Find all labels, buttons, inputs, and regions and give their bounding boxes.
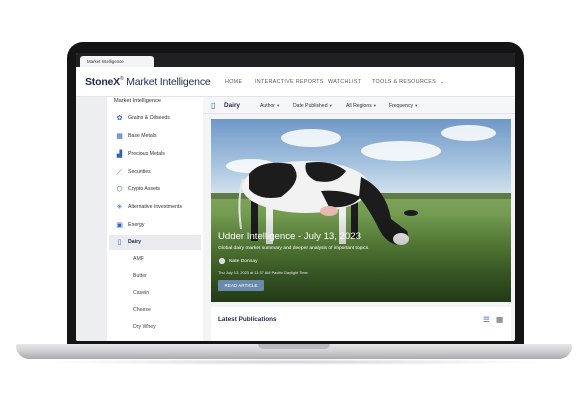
sidebar-item-label: Energy	[128, 222, 145, 228]
sidebar-title: Market Intelligence	[114, 98, 161, 104]
sidebar-subitem-butter[interactable]: Butter	[133, 273, 147, 279]
page-title: Dairy	[224, 102, 240, 109]
sidebar-item-label: Grains & Oilseeds	[128, 115, 170, 121]
filter-label: All Regions	[346, 103, 372, 109]
nav-tools-resources[interactable]: TOOLS & RESOURCES ⌄	[372, 79, 445, 85]
laptop-shadow	[40, 359, 548, 365]
author-avatar-icon	[219, 258, 225, 264]
wheat-icon: ✿	[116, 115, 123, 122]
hero-subtitle: Global dairy market summary and deeper a…	[218, 246, 369, 251]
laptop-screen: Market Intelligence StoneX® Market Intel…	[76, 53, 515, 341]
gold-bars-icon: ▟	[116, 151, 123, 158]
latest-publications-title: Latest Publications	[218, 316, 277, 323]
chevron-down-icon: ▾	[415, 103, 418, 108]
sidebar-item-label: Securities	[128, 169, 151, 175]
read-article-button[interactable]: READ ARTICLE	[218, 280, 264, 291]
sidebar-item-label: Dairy	[128, 239, 141, 245]
filter-date-published[interactable]: Date Published ▾	[293, 103, 332, 109]
stonex-logo[interactable]: StoneX® Market Intelligence	[85, 76, 211, 88]
latest-publications: Latest Publications ☰ ▦	[211, 307, 511, 341]
sidebar-item-dairy[interactable]: ▯ Dairy	[109, 235, 201, 250]
hero-date: Thu July 13, 2023 at 11:37 AM Pacific Da…	[218, 270, 308, 275]
chevron-down-icon: ▾	[277, 103, 280, 108]
hero-author[interactable]: Nate Donnay	[229, 259, 258, 264]
sidebar-item-label: Precious Metals	[128, 151, 165, 157]
network-icon: ✳	[116, 204, 123, 211]
browser-tab-strip: Market Intelligence	[76, 53, 515, 67]
milk-bottle-icon: ▯	[117, 239, 122, 246]
metal-bars-icon: ▦	[116, 133, 123, 140]
logo-mark: ®	[119, 76, 124, 82]
crypto-icon: ⬡	[116, 186, 123, 193]
nav-tools-resources-label: TOOLS & RESOURCES	[372, 79, 437, 85]
sidebar-subitem-cheese[interactable]: Cheese	[133, 307, 151, 313]
sidebar-item-alternative-investments[interactable]: ✳ Alternative Investments	[109, 200, 201, 215]
chevron-down-icon: ▾	[373, 103, 377, 108]
sidebar-item-crypto-assets[interactable]: ⬡ Crypto Assets	[109, 182, 201, 197]
sidebar-item-label: Crypto Assets	[128, 186, 161, 192]
milk-bottle-icon: ▯	[211, 101, 216, 110]
filter-bar: ▯ Dairy Author ▾ Date Published ▾ All Regi…	[203, 97, 515, 114]
list-view-icon[interactable]: ☰	[483, 316, 490, 324]
sidebar-item-energy[interactable]: ▣ Energy	[109, 218, 201, 233]
sidebar-item-precious-metals[interactable]: ▟ Precious Metals	[109, 147, 201, 162]
sidebar-subitem-dry-whey[interactable]: Dry Whey	[133, 324, 156, 330]
filter-frequency[interactable]: Frequency ▾	[389, 103, 417, 109]
sidebar-item-securities[interactable]: ⟋ Securities	[109, 165, 201, 180]
featured-article-hero[interactable]: Udder Intelligence - July 13, 2023 Globa…	[211, 119, 511, 302]
logo-brand: StoneX	[85, 76, 120, 88]
sidebar-item-label: Base Metals	[128, 133, 157, 139]
chevron-down-icon: ⌄	[440, 79, 445, 85]
filter-all-regions[interactable]: All Regions ▾	[346, 103, 376, 109]
top-navigation: StoneX® Market Intelligence HOME INTERAC…	[76, 67, 515, 97]
laptop-notch	[258, 344, 330, 349]
nav-home[interactable]: HOME	[225, 79, 242, 85]
sidebar-item-label: Alternative Investments	[128, 204, 182, 210]
browser-tab[interactable]: Market Intelligence	[80, 56, 154, 67]
filter-label: Date Published	[293, 103, 328, 109]
energy-icon: ▣	[116, 222, 123, 229]
hero-title[interactable]: Udder Intelligence - July 13, 2023	[218, 231, 361, 242]
chevron-down-icon: ▾	[329, 103, 332, 108]
logo-suffix: Market Intelligence	[126, 76, 211, 88]
nav-interactive-reports[interactable]: INTERACTIVE REPORTS	[255, 79, 324, 85]
sidebar-subitem-amf[interactable]: AMF	[133, 256, 144, 262]
nav-watchlist[interactable]: WATCHLIST	[328, 79, 361, 85]
sidebar-subitem-casein[interactable]: Casein	[133, 290, 149, 296]
sidebar-item-base-metals[interactable]: ▦ Base Metals	[109, 129, 201, 144]
sidebar-rail	[76, 97, 107, 341]
filter-author[interactable]: Author ▾	[260, 103, 279, 109]
line-chart-icon: ⟋	[117, 169, 122, 176]
filter-label: Frequency	[389, 103, 414, 109]
filter-label: Author	[260, 103, 276, 109]
sidebar-item-grains-oilseeds[interactable]: ✿ Grains & Oilseeds	[109, 111, 201, 126]
grid-view-icon[interactable]: ▦	[496, 316, 503, 324]
